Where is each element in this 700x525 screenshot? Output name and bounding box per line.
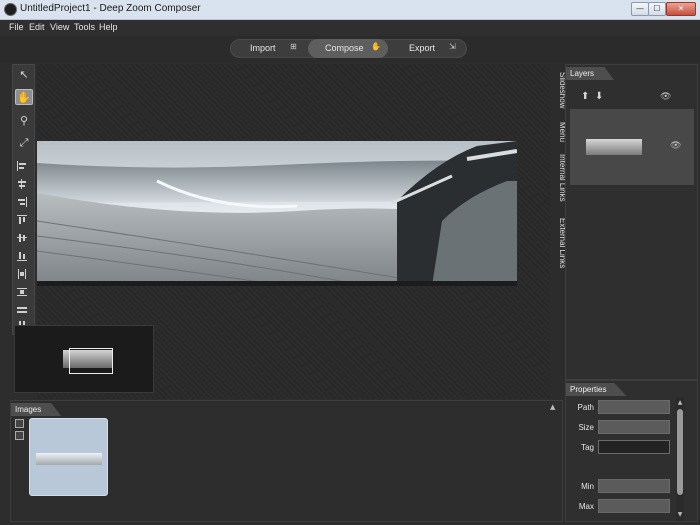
maximize-button[interactable]: ☐	[648, 2, 666, 16]
align-right-icon[interactable]	[17, 197, 27, 207]
layer-thumbnail	[586, 139, 642, 155]
distribute-vertical-icon[interactable]	[17, 287, 27, 297]
list-view-icon[interactable]	[15, 419, 24, 428]
menu-bar: File Edit View Tools Help	[0, 20, 700, 36]
layer-visibility-icon[interactable]: 👁	[670, 141, 681, 151]
zoom-icon[interactable]: ⚲	[15, 113, 33, 129]
images-panel-title: Images	[11, 403, 62, 416]
navigator-minimap[interactable]	[14, 325, 154, 393]
align-center-icon[interactable]	[17, 179, 27, 189]
size-field[interactable]	[598, 420, 670, 434]
path-field[interactable]	[598, 400, 670, 414]
path-label: Path	[577, 403, 594, 412]
scroll-down-icon[interactable]: ▼	[676, 511, 684, 518]
fit-screen-icon[interactable]: ⤢	[15, 135, 33, 151]
side-tabs: Slideshow Menu Internal Links External L…	[550, 64, 567, 399]
compose-label: Compose	[325, 43, 364, 53]
menu-file[interactable]: File	[9, 22, 24, 32]
close-button[interactable]: ✕	[666, 2, 696, 16]
distribute-horizontal-icon[interactable]	[17, 269, 27, 279]
align-middle-icon[interactable]	[17, 233, 27, 243]
layers-panel-title: Layers	[566, 67, 615, 80]
select-arrow-icon[interactable]: ↖	[15, 67, 33, 83]
grid-view-icon[interactable]	[15, 431, 24, 440]
compose-icon: ✋	[371, 42, 381, 51]
export-icon: ⇲	[449, 42, 456, 51]
export-label: Export	[409, 43, 436, 53]
scroll-up-icon[interactable]: ▲	[676, 399, 684, 406]
window-title: UntitledProject1 - Deep Zoom Composer	[20, 3, 201, 14]
min-field[interactable]	[598, 479, 670, 493]
tag-label: Tag	[581, 443, 594, 452]
same-width-icon[interactable]	[17, 305, 27, 315]
image-thumbnail-card[interactable]	[29, 418, 108, 496]
properties-panel-title: Properties	[566, 383, 627, 396]
layers-panel: Layers ⬆ ⬇ 👁 👁	[565, 64, 698, 380]
min-label: Min	[581, 482, 594, 491]
import-label: Import	[250, 43, 276, 53]
menu-tools[interactable]: Tools	[74, 22, 95, 32]
align-bottom-icon[interactable]	[17, 251, 27, 261]
menu-view[interactable]: View	[50, 22, 69, 32]
navigator-viewport-rect[interactable]	[69, 348, 113, 374]
move-layer-down-icon[interactable]: ⬇	[595, 91, 603, 102]
mode-bar: Import ⊞ Compose ✋ Export ⇲	[0, 36, 700, 62]
menu-help[interactable]: Help	[99, 22, 118, 32]
panorama-image[interactable]	[37, 141, 517, 286]
tool-strip: ↖ ✋ ⚲ ⤢	[12, 64, 35, 335]
max-field[interactable]	[598, 499, 670, 513]
images-panel: Images ▲	[10, 400, 563, 522]
properties-scrollbar[interactable]: ▲ ▼	[676, 397, 684, 521]
app-logo-icon	[4, 3, 17, 16]
title-bar: UntitledProject1 - Deep Zoom Composer — …	[0, 0, 700, 20]
size-label: Size	[578, 423, 594, 432]
scrollbar-thumb[interactable]	[677, 409, 683, 495]
image-thumbnail	[36, 453, 102, 465]
compose-canvas[interactable]	[14, 64, 550, 399]
import-icon: ⊞	[290, 42, 297, 51]
tag-field[interactable]	[598, 440, 670, 454]
collapse-panel-icon[interactable]: ▲	[550, 403, 555, 411]
pan-hand-icon[interactable]: ✋	[15, 89, 33, 105]
toggle-all-visibility-icon[interactable]: 👁	[660, 92, 671, 102]
max-label: Max	[578, 502, 594, 511]
align-left-icon[interactable]	[17, 161, 27, 171]
move-layer-up-icon[interactable]: ⬆	[581, 91, 589, 102]
properties-panel: Properties Path Size Tag Min Max ▲ ▼	[565, 380, 698, 522]
menu-edit[interactable]: Edit	[29, 22, 45, 32]
minimize-button[interactable]: —	[631, 2, 649, 16]
align-top-icon[interactable]	[17, 215, 27, 225]
